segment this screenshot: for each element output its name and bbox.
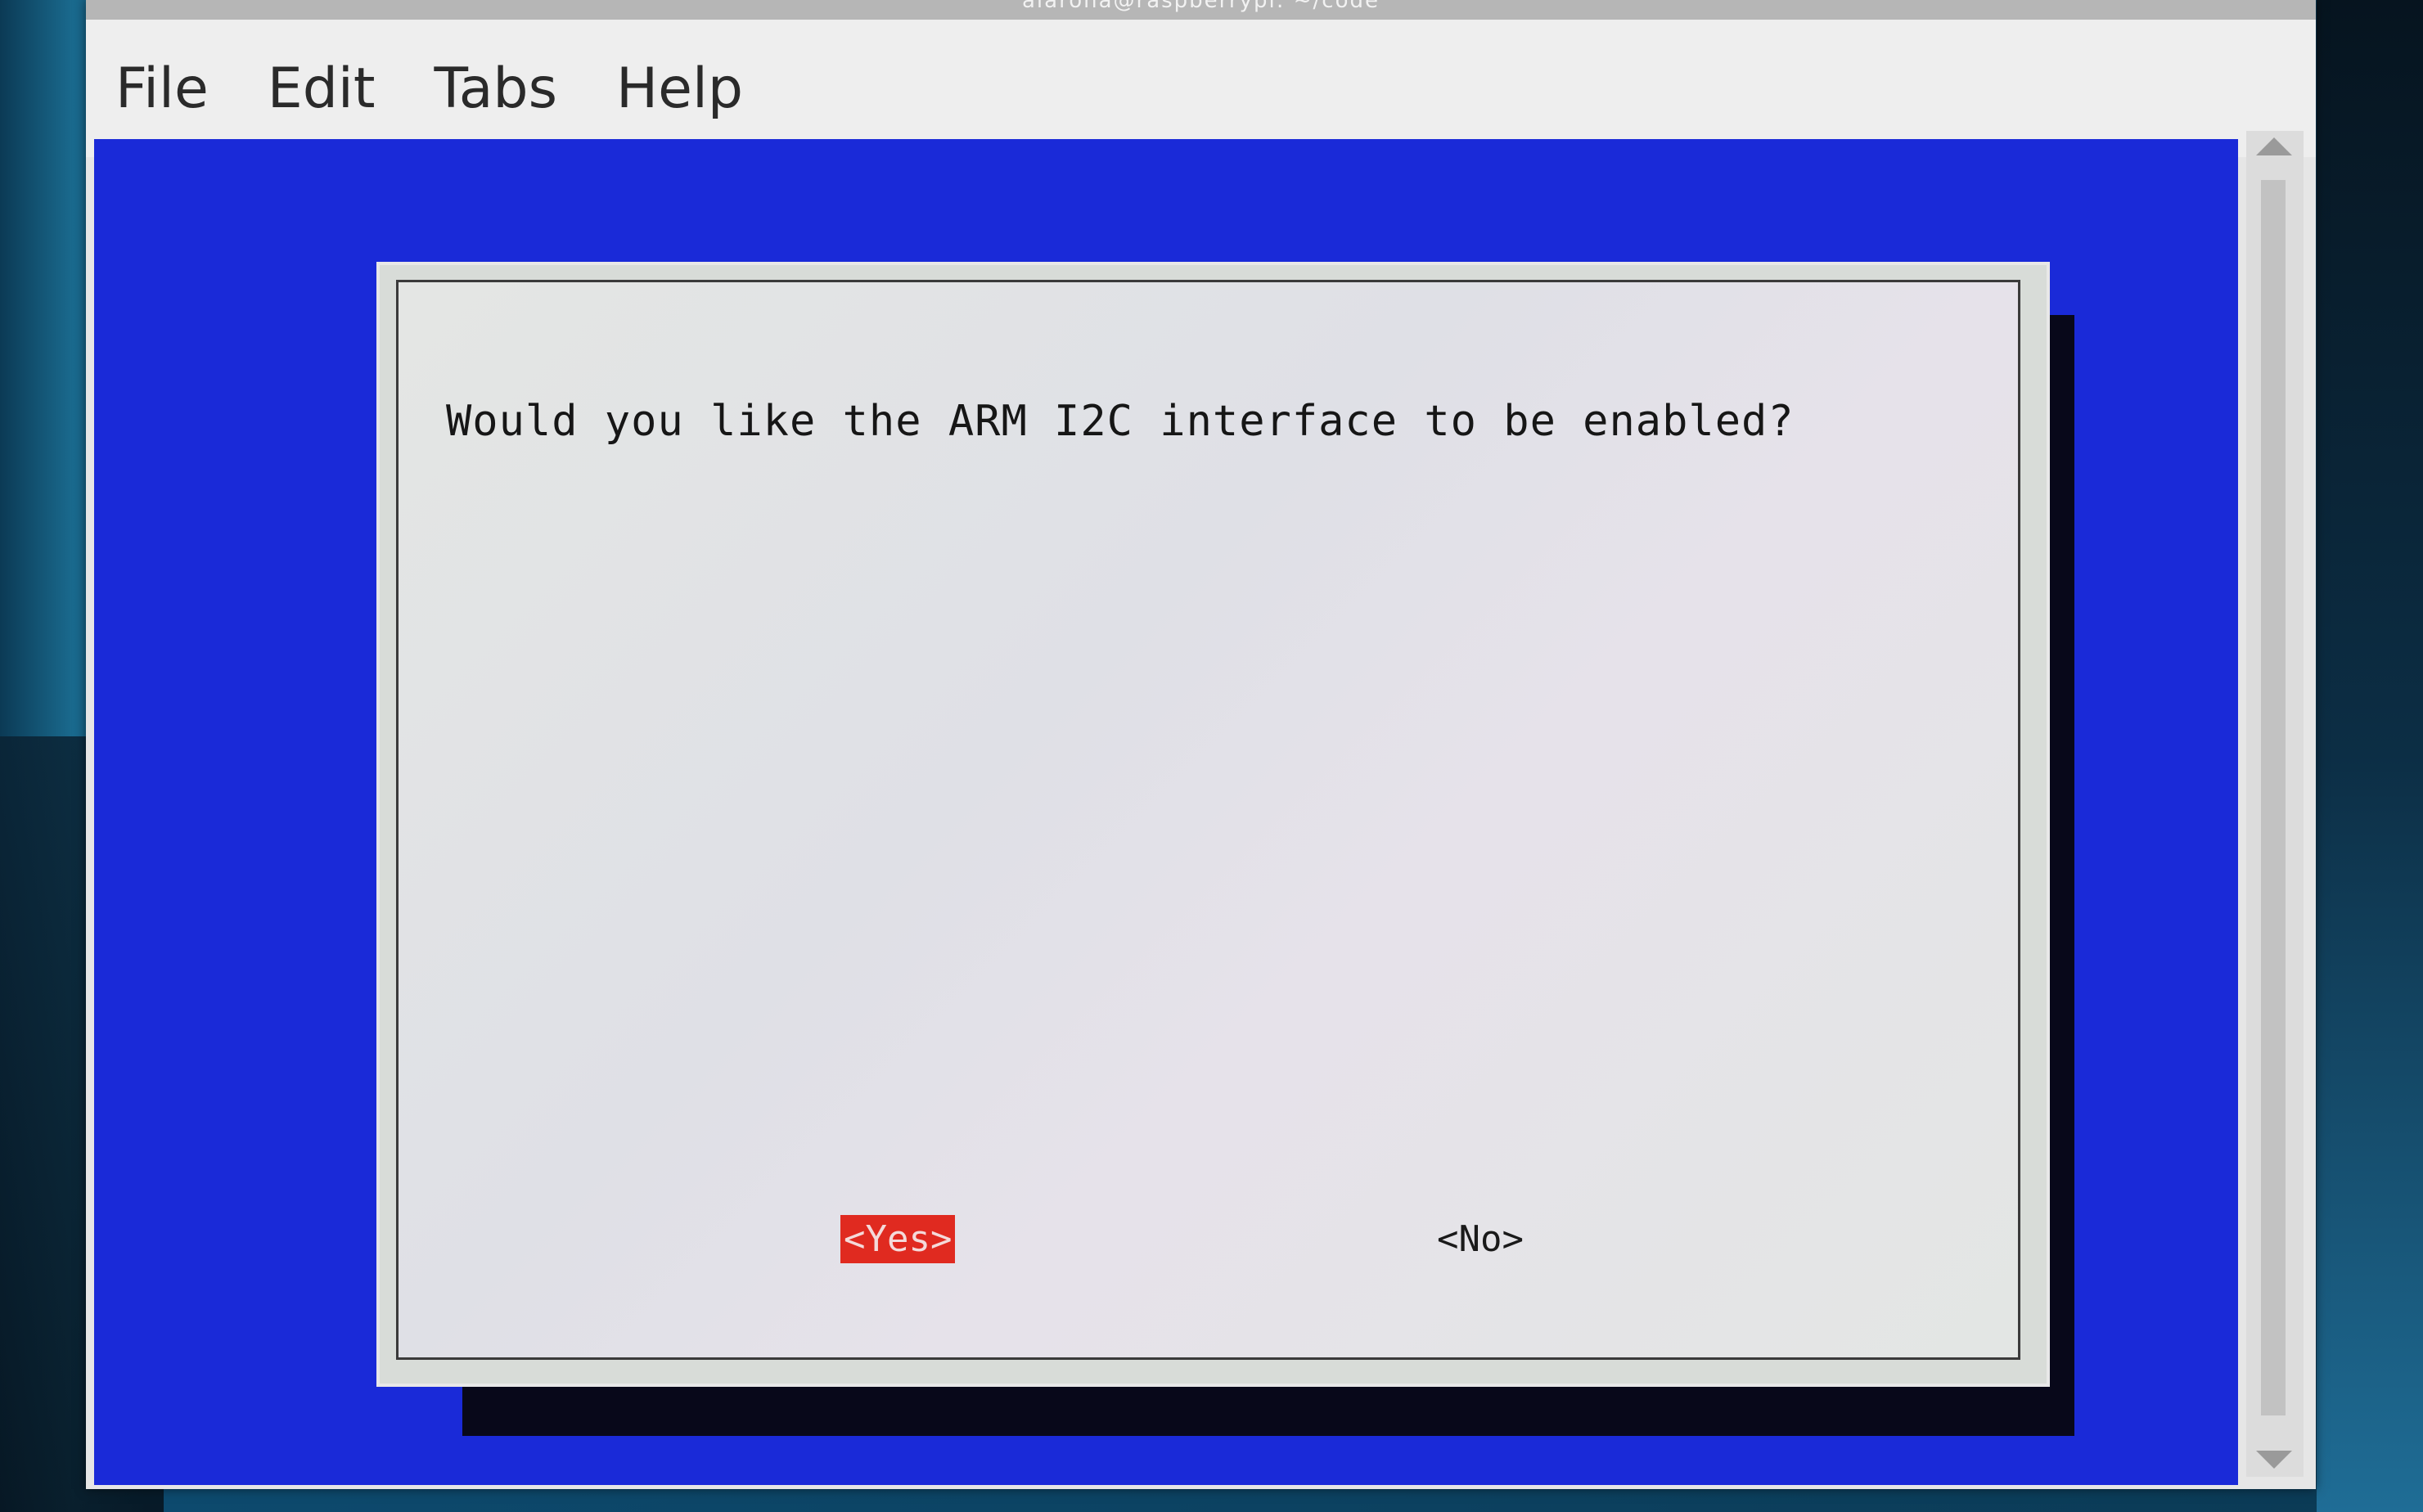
window-titlebar[interactable]: alarona@raspberrypi: ~/code (86, 0, 2316, 20)
scroll-up-arrow-icon[interactable] (2256, 137, 2292, 155)
terminal-area[interactable]: Would you like the ARM I2C interface to … (94, 139, 2238, 1485)
no-button[interactable]: <No> (1434, 1215, 1527, 1263)
menu-file[interactable]: File (115, 56, 209, 121)
vertical-scrollbar[interactable] (2246, 131, 2304, 1477)
scrollbar-thumb[interactable] (2261, 180, 2286, 1415)
dialog-prompt: Would you like the ARM I2C interface to … (446, 397, 1795, 446)
confirm-dialog: Would you like the ARM I2C interface to … (376, 262, 2050, 1387)
scroll-down-arrow-icon[interactable] (2256, 1451, 2292, 1469)
menu-bar: File Edit Tabs Help (86, 20, 2316, 157)
menu-tabs[interactable]: Tabs (434, 56, 557, 121)
menu-edit[interactable]: Edit (268, 56, 376, 121)
window-title: alarona@raspberrypi: ~/code (1021, 0, 1380, 13)
menu-help[interactable]: Help (616, 56, 743, 121)
yes-button[interactable]: <Yes> (840, 1215, 956, 1263)
dialog-frame: Would you like the ARM I2C interface to … (396, 280, 2020, 1360)
terminal-window: alarona@raspberrypi: ~/code File Edit Ta… (86, 0, 2316, 1489)
desktop-wallpaper-right (2317, 0, 2423, 1512)
